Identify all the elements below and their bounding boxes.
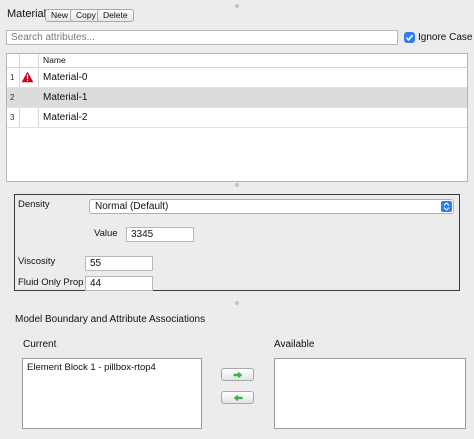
current-list[interactable]: Element Block 1 - pillbox-rtop4 (22, 358, 202, 429)
value-label: Value (94, 228, 118, 239)
available-list[interactable] (274, 358, 466, 429)
row-name: Material-1 (43, 92, 88, 103)
search-placeholder: Search attributes... (11, 32, 95, 43)
ignore-case-checkbox[interactable] (404, 32, 415, 43)
move-left-button[interactable] (221, 391, 254, 404)
panel-title: Material (7, 8, 47, 20)
delete-button[interactable]: Delete (97, 9, 134, 22)
table-row[interactable]: 1 Material-0 (7, 68, 467, 88)
list-item[interactable]: Element Block 1 - pillbox-rtop4 (23, 359, 201, 376)
available-label: Available (274, 339, 315, 350)
attributes-table: Name 1 Material-0 2 Material-1 3 Materia… (6, 53, 468, 182)
row-index: 1 (10, 73, 15, 82)
row-index: 2 (10, 93, 15, 102)
value-input[interactable]: 3345 (126, 227, 194, 242)
ignore-case-label: Ignore Case (418, 32, 473, 43)
splitter-handle-top[interactable] (235, 4, 239, 8)
search-input[interactable]: Search attributes... (6, 30, 398, 45)
warning-icon (21, 71, 34, 83)
column-header-name[interactable]: Name (43, 55, 66, 65)
viscosity-label: Viscosity (18, 256, 56, 267)
table-row[interactable]: 3 Material-2 (7, 108, 467, 128)
splitter-handle-lower[interactable] (235, 301, 239, 305)
row-name: Material-0 (43, 72, 88, 83)
current-label: Current (23, 339, 57, 350)
row-name: Material-2 (43, 112, 88, 123)
checkmark-icon (405, 34, 414, 41)
density-label: Density (18, 199, 50, 210)
select-arrows-icon (441, 201, 452, 212)
move-right-button[interactable] (221, 368, 254, 381)
row-index: 3 (10, 113, 15, 122)
table-header: Name (7, 54, 467, 68)
associations-title: Model Boundary and Attribute Association… (15, 314, 206, 325)
table-row-selected[interactable]: 2 Material-1 (7, 88, 467, 108)
fluid-only-prop-label: Fluid Only Prop (18, 277, 84, 288)
splitter-handle-middle[interactable] (235, 183, 239, 187)
density-selected-value: Normal (Default) (95, 201, 169, 212)
arrow-right-icon (233, 371, 242, 378)
arrow-left-icon (233, 394, 242, 401)
density-select[interactable]: Normal (Default) (89, 199, 454, 214)
fluid-only-prop-input[interactable]: 44 (85, 276, 153, 291)
viscosity-input[interactable]: 55 (85, 256, 153, 271)
